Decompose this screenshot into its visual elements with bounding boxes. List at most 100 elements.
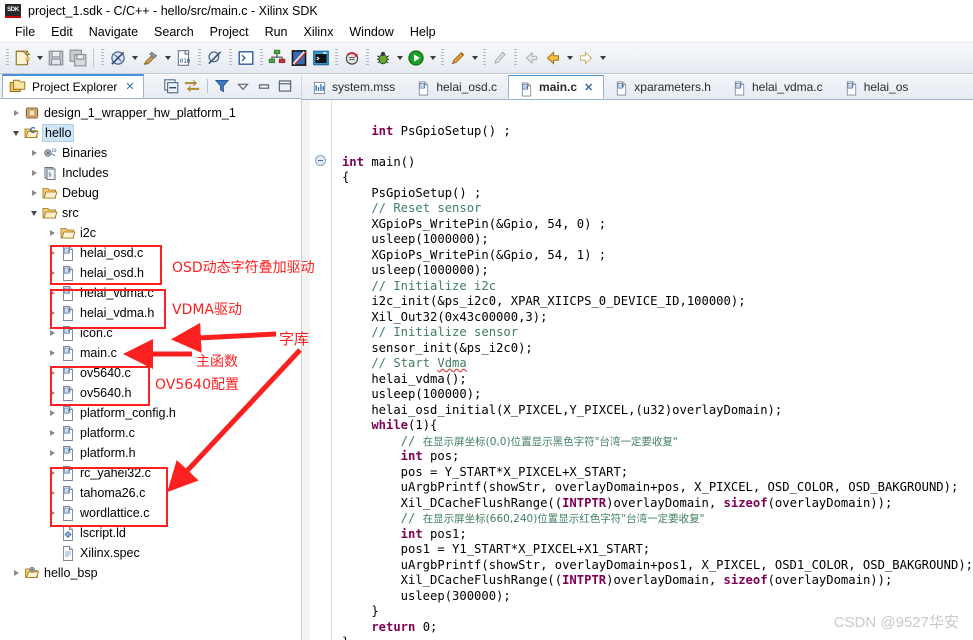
new-button[interactable] xyxy=(12,47,34,69)
tree-item-ov5640-h[interactable]: .h ov5640.h xyxy=(0,383,301,403)
chevron-right-icon[interactable] xyxy=(44,385,60,401)
next-button[interactable] xyxy=(575,47,597,69)
external-tools-dropdown-arrow-icon[interactable] xyxy=(469,47,480,69)
chevron-right-icon[interactable] xyxy=(44,485,60,501)
project-tree[interactable]: design_1_wrapper_hw_platform_1 hello 10 Bin… xyxy=(0,99,301,640)
editor-tab-xparameters-h[interactable]: .h xparameters.h xyxy=(604,75,722,99)
external-tools-button[interactable] xyxy=(447,47,469,69)
close-icon[interactable]: ✕ xyxy=(584,81,593,94)
previous-dropdown-arrow-icon[interactable] xyxy=(564,47,575,69)
menu-help[interactable]: Help xyxy=(402,23,444,41)
toolbar-drag-handle[interactable] xyxy=(483,49,486,67)
tree-item-helai-vdma-c[interactable]: .c helai_vdma.c xyxy=(0,283,301,303)
tree-item-src[interactable]: src xyxy=(0,203,301,223)
tree-item-helai-osd-h[interactable]: .h helai_osd.h xyxy=(0,263,301,283)
chevron-down-icon[interactable] xyxy=(234,77,253,96)
debug-button[interactable] xyxy=(372,47,394,69)
chevron-right-icon[interactable] xyxy=(44,445,60,461)
source-code[interactable]: int PsGpioSetup() ; int main(){ PsGpioSe… xyxy=(332,100,973,640)
menu-edit[interactable]: Edit xyxy=(43,23,81,41)
chevron-right-icon[interactable] xyxy=(44,305,60,321)
refresh-button[interactable] xyxy=(341,47,363,69)
tree-item-hello[interactable]: hello xyxy=(0,123,301,143)
editor-folding-gutter[interactable] xyxy=(310,100,332,640)
menu-navigate[interactable]: Navigate xyxy=(81,23,146,41)
collapse-all-button[interactable] xyxy=(162,77,181,96)
toolbar-drag-handle[interactable] xyxy=(441,49,444,67)
xsct-console-button[interactable] xyxy=(310,47,332,69)
previous-button[interactable] xyxy=(542,47,564,69)
chevron-right-icon[interactable] xyxy=(44,325,60,341)
debug-dropdown-arrow-icon[interactable] xyxy=(394,47,405,69)
tree-item-xilinx-spec[interactable]: Xilinx.spec xyxy=(0,543,301,563)
save-all-button[interactable] xyxy=(67,47,89,69)
tree-item-lscript-ld[interactable]: lscript.ld xyxy=(0,523,301,543)
tree-item-hello-bsp[interactable]: hello_bsp xyxy=(0,563,301,583)
tree-item-includes[interactable]: h Includes xyxy=(0,163,301,183)
fold-collapse-icon[interactable] xyxy=(314,155,326,166)
close-icon[interactable]: ✕ xyxy=(125,80,134,93)
tree-item-helai-osd-c[interactable]: .c helai_osd.c xyxy=(0,243,301,263)
last-edit-button[interactable] xyxy=(489,47,511,69)
chevron-right-icon[interactable] xyxy=(44,285,60,301)
chevron-right-icon[interactable] xyxy=(44,365,60,381)
next-dropdown-arrow-icon[interactable] xyxy=(597,47,608,69)
editor-tab-system-mss[interactable]: system.mss xyxy=(302,75,406,99)
editor-tab-helai-os[interactable]: .c helai_os xyxy=(834,75,920,99)
menu-project[interactable]: Project xyxy=(202,23,257,41)
link-editor-icon[interactable] xyxy=(183,77,202,96)
back-history-button[interactable] xyxy=(520,47,542,69)
chevron-right-icon[interactable] xyxy=(44,465,60,481)
tree-item-platform-h[interactable]: .h platform.h xyxy=(0,443,301,463)
chevron-right-icon[interactable] xyxy=(8,105,24,121)
tree-item-tahoma26-c[interactable]: .c tahoma26.c xyxy=(0,483,301,503)
build-config-button[interactable] xyxy=(107,47,129,69)
chevron-right-icon[interactable] xyxy=(44,265,60,281)
build-dropdown-arrow-icon[interactable] xyxy=(162,47,173,69)
toolbar-drag-handle[interactable] xyxy=(229,49,232,67)
toolbar-drag-handle[interactable] xyxy=(198,49,201,67)
toolbar-drag-handle[interactable] xyxy=(6,49,9,67)
minimize-icon[interactable] xyxy=(255,77,274,96)
tree-item-platform-c[interactable]: .c platform.c xyxy=(0,423,301,443)
chevron-down-icon[interactable] xyxy=(8,125,24,141)
run-button[interactable] xyxy=(405,47,427,69)
chevron-right-icon[interactable] xyxy=(44,245,60,261)
chevron-down-icon[interactable] xyxy=(26,205,42,221)
program-flash-button[interactable]: 010 xyxy=(173,47,195,69)
skip-breakpoints-button[interactable] xyxy=(204,47,226,69)
tree-item-platform-config-h[interactable]: .h platform_config.h xyxy=(0,403,301,423)
editor-tab-helai-osd-c[interactable]: .c helai_osd.c xyxy=(406,75,508,99)
editor-tab-helai-vdma-c[interactable]: .c helai_vdma.c xyxy=(722,75,834,99)
build-button[interactable] xyxy=(140,47,162,69)
chevron-right-icon[interactable] xyxy=(44,345,60,361)
chevron-right-icon[interactable] xyxy=(26,185,42,201)
tree-item-design-1-wrapper-hw-platform-1[interactable]: design_1_wrapper_hw_platform_1 xyxy=(0,103,301,123)
chevron-right-icon[interactable] xyxy=(8,565,24,581)
menu-window[interactable]: Window xyxy=(341,23,401,41)
tree-item-ov5640-c[interactable]: .c ov5640.c xyxy=(0,363,301,383)
tree-item-helai-vdma-h[interactable]: .h helai_vdma.h xyxy=(0,303,301,323)
menu-search[interactable]: Search xyxy=(146,23,202,41)
editor-tab-main-c[interactable]: .c main.c ✕ xyxy=(508,75,605,99)
tree-item-rc-yahei32-c[interactable]: .c rc_yahei32.c xyxy=(0,463,301,483)
chevron-right-icon[interactable] xyxy=(44,225,60,241)
chevron-right-icon[interactable] xyxy=(44,425,60,441)
chevron-right-icon[interactable] xyxy=(26,145,42,161)
toolbar-drag-handle[interactable] xyxy=(366,49,369,67)
toolbar-drag-handle[interactable] xyxy=(260,49,263,67)
toolbar-drag-handle[interactable] xyxy=(335,49,338,67)
tree-item-debug[interactable]: Debug xyxy=(0,183,301,203)
run-dropdown-arrow-icon[interactable] xyxy=(427,47,438,69)
filter-icon[interactable] xyxy=(213,77,232,96)
tree-item-wordlattice-c[interactable]: .c wordlattice.c xyxy=(0,503,301,523)
menu-xilinx[interactable]: Xilinx xyxy=(296,23,342,41)
chevron-right-icon[interactable] xyxy=(44,505,60,521)
new-dropdown-arrow-icon[interactable] xyxy=(34,47,45,69)
build-config-dropdown-arrow-icon[interactable] xyxy=(129,47,140,69)
chevron-right-icon[interactable] xyxy=(44,405,60,421)
menu-run[interactable]: Run xyxy=(257,23,296,41)
toolbar-drag-handle[interactable] xyxy=(514,49,517,67)
tab-project-explorer[interactable]: Project Explorer ✕ xyxy=(2,74,144,98)
terminal-button[interactable] xyxy=(235,47,257,69)
